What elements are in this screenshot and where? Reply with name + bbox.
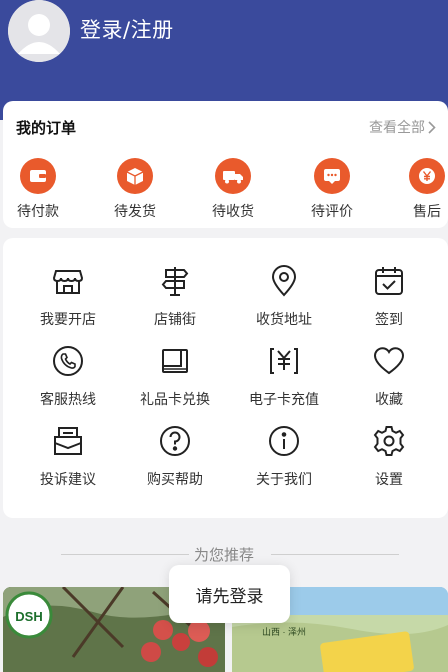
info-icon xyxy=(266,423,302,459)
store-icon xyxy=(50,263,86,299)
calendar-check-icon xyxy=(371,263,407,299)
mail-icon xyxy=(50,423,86,459)
chevron-right-icon xyxy=(428,120,436,134)
order-pending-review[interactable]: 待评价 xyxy=(297,158,367,221)
service-label: 签到 xyxy=(375,312,403,328)
order-pending-receipt[interactable]: 待收货 xyxy=(198,158,268,221)
view-all-label: 查看全部 xyxy=(369,120,425,136)
order-pending-payment[interactable]: 待付款 xyxy=(3,158,73,221)
service-purchase-help[interactable]: 购买帮助 xyxy=(120,423,230,489)
heart-icon xyxy=(371,343,407,379)
service-label: 购买帮助 xyxy=(147,472,203,488)
service-open-store[interactable]: 我要开店 xyxy=(13,263,123,329)
comment-icon xyxy=(314,158,350,194)
service-about-us[interactable]: 关于我们 xyxy=(229,423,339,489)
phone-icon xyxy=(50,343,86,379)
service-complaints[interactable]: 投诉建议 xyxy=(13,423,123,489)
service-label: 店铺街 xyxy=(154,312,196,328)
login-register-link[interactable]: 登录/注册 xyxy=(80,14,174,44)
service-ecard-recharge[interactable]: 电子卡充值 xyxy=(229,343,339,409)
gift-card-icon xyxy=(157,343,193,379)
service-label: 收藏 xyxy=(375,392,403,408)
product-badge: DSH xyxy=(15,609,42,624)
location-icon xyxy=(266,263,302,299)
orders-title: 我的订单 xyxy=(16,119,77,137)
recommend-title: 为您推荐 xyxy=(193,546,254,564)
login-required-toast: 请先登录 xyxy=(169,565,290,623)
service-label: 客服热线 xyxy=(40,392,96,408)
order-label: 售后 xyxy=(413,204,441,220)
service-shipping-address[interactable]: 收货地址 xyxy=(229,263,339,329)
service-label: 关于我们 xyxy=(256,472,312,488)
box-icon xyxy=(117,158,153,194)
order-label: 待评价 xyxy=(311,204,353,220)
service-label: 我要开店 xyxy=(40,312,96,328)
truck-icon xyxy=(215,158,251,194)
order-label: 待收货 xyxy=(212,204,254,220)
service-hotline[interactable]: 客服热线 xyxy=(13,343,123,409)
service-gift-card[interactable]: 礼品卡兑换 xyxy=(120,343,230,409)
service-settings[interactable]: 设置 xyxy=(334,423,444,489)
services-grid: 我要开店 店铺街 收货地址 签到 客服热线 礼品卡兑换 电子卡充值 收藏 投诉建… xyxy=(3,238,448,518)
service-label: 投诉建议 xyxy=(40,472,96,488)
yen-card-icon xyxy=(266,343,302,379)
product-caption: 山西 · 泽州 xyxy=(262,627,306,637)
order-after-sales[interactable]: 售后 xyxy=(392,158,448,221)
wallet-icon xyxy=(20,158,56,194)
signpost-icon xyxy=(157,263,193,299)
my-orders-card: 我的订单 查看全部 待付款 待发货 待收货 待评价 售后 xyxy=(3,101,448,228)
service-favorites[interactable]: 收藏 xyxy=(334,343,444,409)
service-label: 礼品卡兑换 xyxy=(140,392,210,408)
yen-icon xyxy=(409,158,445,194)
order-label: 待付款 xyxy=(17,204,59,220)
service-label: 设置 xyxy=(375,472,403,488)
service-store-street[interactable]: 店铺街 xyxy=(120,263,230,329)
view-all-orders-link[interactable]: 查看全部 xyxy=(369,117,436,137)
help-icon xyxy=(157,423,193,459)
service-label: 收货地址 xyxy=(256,312,312,328)
gear-icon xyxy=(371,423,407,459)
service-check-in[interactable]: 签到 xyxy=(334,263,444,329)
avatar[interactable] xyxy=(8,0,70,62)
order-pending-shipment[interactable]: 待发货 xyxy=(100,158,170,221)
order-label: 待发货 xyxy=(114,204,156,220)
service-label: 电子卡充值 xyxy=(249,392,319,408)
